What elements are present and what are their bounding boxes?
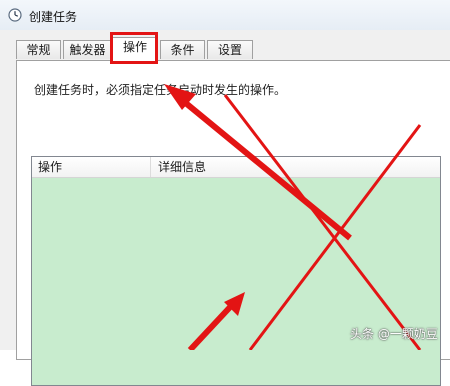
- tab-strip: 常规 触发器 操作 条件 设置: [0, 30, 450, 61]
- tab-general[interactable]: 常规: [16, 40, 61, 59]
- column-header-details[interactable]: 详细信息: [158, 157, 206, 177]
- window-titlebar: 创建任务: [0, 0, 450, 30]
- clock-icon: [8, 8, 22, 22]
- window-title: 创建任务: [29, 10, 78, 24]
- watermark: 头条 @一颗奶豆: [350, 327, 438, 341]
- tab-conditions[interactable]: 条件: [160, 40, 205, 59]
- actions-panel: 创建任务时，必须指定任务启动时发生的操作。 操作 详细信息: [16, 60, 450, 386]
- list-header: 操作 详细信息: [32, 157, 440, 178]
- actions-description: 创建任务时，必须指定任务启动时发生的操作。: [34, 83, 287, 97]
- highlight-box: [110, 32, 158, 64]
- tab-triggers[interactable]: 触发器: [63, 40, 112, 59]
- actions-list[interactable]: 操作 详细信息: [31, 156, 441, 386]
- tab-settings[interactable]: 设置: [207, 40, 253, 59]
- column-header-action[interactable]: 操作: [38, 157, 62, 177]
- column-separator[interactable]: [150, 157, 151, 177]
- task-dialog: 常规 触发器 操作 条件 设置 创建任务时，必须指定任务启动时发生的操作。 操作…: [0, 30, 450, 386]
